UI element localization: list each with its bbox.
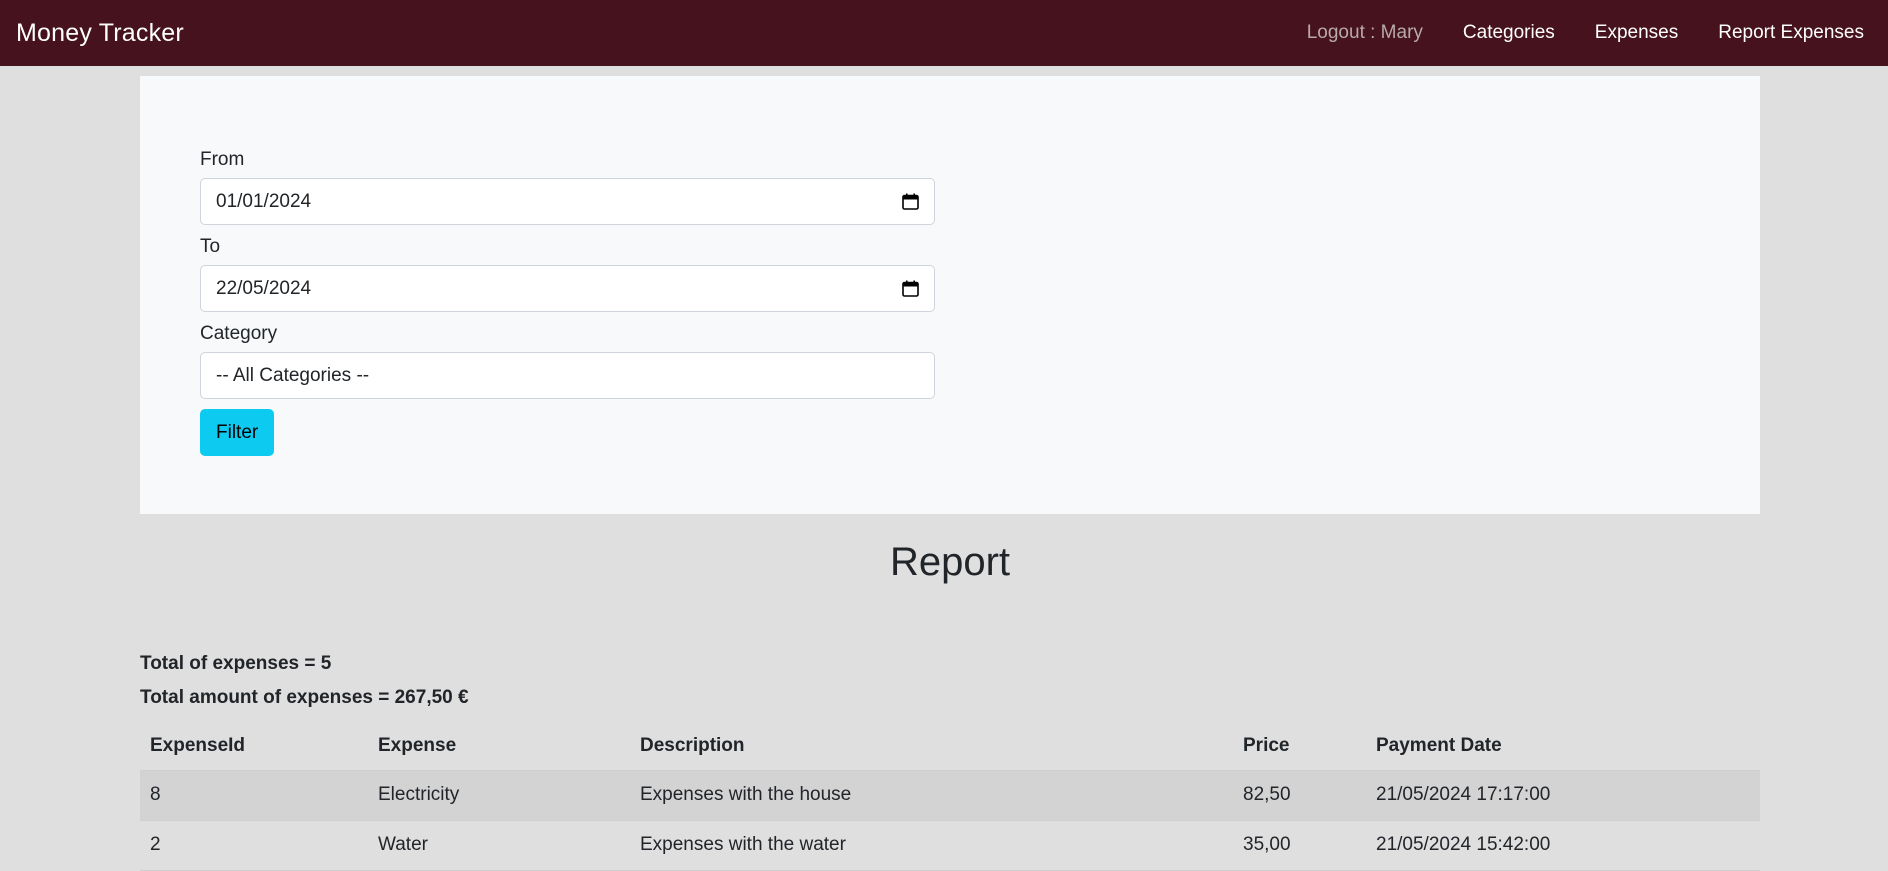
column-header-expense-id: ExpenseId [140,722,368,771]
cell-expense: Electricity [368,770,630,821]
column-header-price: Price [1233,722,1366,771]
category-group: Category -- All Categories -- [200,322,935,399]
category-label: Category [200,323,278,344]
report-totals: Total of expenses = 5 Total amount of ex… [140,652,469,720]
calendar-icon[interactable] [902,280,919,297]
report-title: Report [889,540,1011,584]
from-label: From [200,149,245,170]
table-row: 2 Water Expenses with the water 35,00 21… [140,820,1760,871]
column-header-payment-date: Payment Date [1366,722,1760,771]
nav-expenses-link[interactable]: Expenses [1575,22,1698,44]
cell-payment-date: 21/05/2024 17:17:00 [1366,770,1760,821]
calendar-icon[interactable] [902,193,919,210]
table-header-row: ExpenseId Expense Description Price Paym… [140,722,1760,771]
table-row: 8 Electricity Expenses with the house 82… [140,770,1760,821]
to-date-input[interactable]: 22/05/2024 [200,265,935,312]
filter-button[interactable]: Filter [200,409,275,456]
cell-expense-id: 8 [140,770,368,821]
column-header-expense: Expense [368,722,630,771]
top-navbar: Money Tracker Logout : Mary Categories E… [0,0,1888,66]
filter-card: From 01/01/2024 To 22/05/2024 Category -… [140,76,1760,514]
from-group: From 01/01/2024 [200,148,935,225]
total-expenses-count: Total of expenses = 5 [140,653,332,674]
brand-link[interactable]: Money Tracker [16,19,184,48]
nav-links: Logout : Mary Categories Expenses Report… [1287,22,1872,44]
column-header-description: Description [630,722,1233,771]
nav-report-expenses-link[interactable]: Report Expenses [1698,22,1872,44]
cell-price: 82,50 [1233,770,1366,821]
cell-description: Expenses with the house [630,770,1233,821]
from-date-input[interactable]: 01/01/2024 [200,178,935,225]
category-select[interactable]: -- All Categories -- [200,352,935,399]
to-label: To [200,236,221,257]
to-date-value: 22/05/2024 [216,277,312,299]
from-date-value: 01/01/2024 [216,190,312,212]
cell-price: 35,00 [1233,820,1366,871]
cell-payment-date: 21/05/2024 15:42:00 [1366,820,1760,871]
nav-categories-link[interactable]: Categories [1443,22,1575,44]
cell-expense: Water [368,820,630,871]
cell-expense-id: 2 [140,820,368,871]
to-group: To 22/05/2024 [200,235,935,312]
nav-logout-link[interactable]: Logout : Mary [1287,22,1443,44]
expenses-table: ExpenseId Expense Description Price Paym… [140,722,1760,871]
category-selected-value: -- All Categories -- [216,364,370,386]
filter-form: From 01/01/2024 To 22/05/2024 Category -… [200,148,935,456]
total-expenses-amount: Total amount of expenses = 267,50 € [140,687,469,708]
cell-description: Expenses with the water [630,820,1233,871]
